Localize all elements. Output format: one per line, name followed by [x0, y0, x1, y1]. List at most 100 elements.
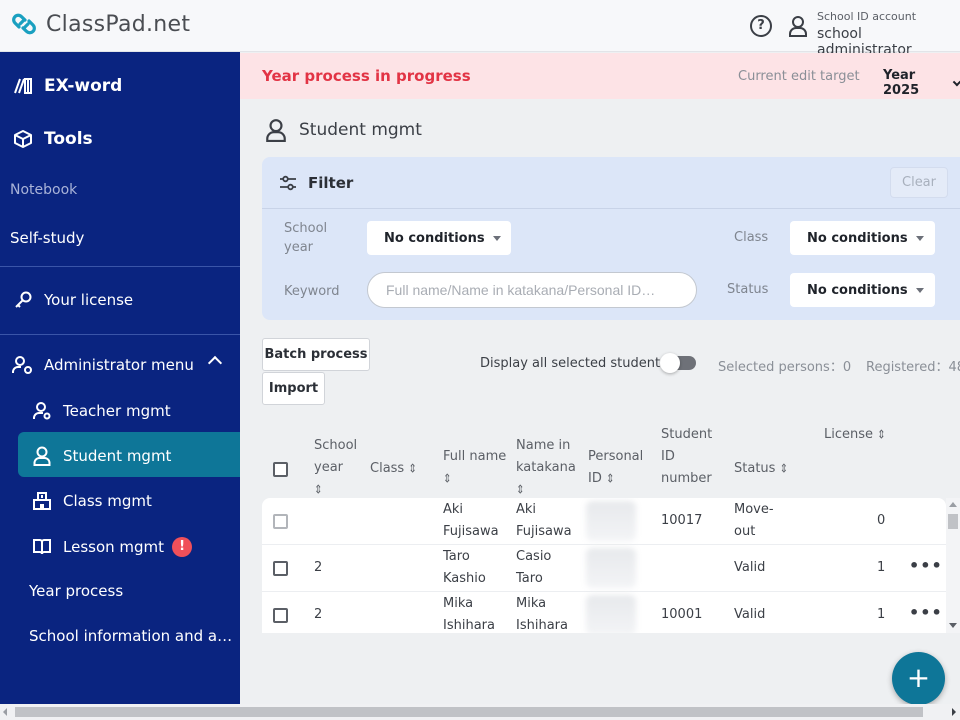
account-icon[interactable] [788, 15, 808, 37]
column-header-class[interactable]: Class ⇕ [370, 458, 417, 481]
year-process-banner: Year process in progress Current edit ta… [240, 53, 960, 99]
caret-down-icon [915, 287, 924, 293]
school-year-label: School year [284, 221, 328, 255]
redacted-personal-id [586, 501, 636, 541]
cell-student-id: 10017 [661, 513, 703, 528]
table-row[interactable]: 2 Mika Ishihara Mika Ishihara 10001 Vali… [262, 592, 946, 633]
add-student-button[interactable]: + [892, 652, 945, 705]
school-year-select[interactable]: No conditions [367, 221, 511, 255]
school-building-icon [31, 490, 53, 512]
cell-full-name: Mika Ishihara [443, 596, 495, 633]
sidebar-item-exword[interactable]: EX-word [0, 74, 240, 98]
key-icon [12, 289, 34, 311]
sidebar-item-year-process[interactable]: Year process [0, 580, 240, 602]
logo[interactable]: ClassPad.net [10, 10, 190, 38]
scroll-thumb[interactable] [948, 514, 958, 529]
status-label: Status [727, 282, 769, 297]
row-checkbox[interactable] [273, 608, 288, 623]
column-header-status[interactable]: Status ⇕ [734, 458, 788, 481]
caret-down-icon [492, 235, 501, 241]
cell-license: 1 [877, 560, 886, 575]
import-button[interactable]: Import [262, 372, 325, 405]
sidebar-item-administrator-menu[interactable]: Administrator menu [0, 354, 240, 376]
row-checkbox[interactable] [273, 561, 288, 576]
top-bar: ClassPad.net ? School ID account school … [0, 0, 960, 58]
table-row[interactable]: Aki Fujisawa Aki Fujisawa 10017 Move-out… [262, 498, 946, 545]
cell-full-name: Aki Fujisawa [443, 502, 499, 539]
selected-persons-count: Selected persons：0 [718, 360, 852, 375]
column-header-full-name[interactable]: Full name ⇕ [443, 446, 507, 491]
batch-process-button[interactable]: Batch process [262, 338, 370, 371]
cell-full-name: Taro Kashio [443, 549, 486, 586]
filter-title[interactable]: Filter [278, 174, 353, 192]
sidebar-item-class-mgmt[interactable]: Class mgmt [0, 490, 240, 512]
admin-user-icon [12, 354, 34, 376]
sidebar-item-school-information[interactable]: School information and a… [0, 625, 240, 647]
books-icon [12, 75, 34, 97]
cell-student-id: 10001 [661, 607, 703, 622]
open-book-icon [31, 536, 53, 558]
scroll-down-icon[interactable] [949, 623, 957, 628]
alert-icon: ! [172, 537, 193, 557]
status-select[interactable]: No conditions [790, 273, 935, 307]
column-header-katakana[interactable]: Name in katakana ⇕ [516, 435, 578, 502]
sort-icon: ⇕ [408, 462, 417, 476]
help-icon[interactable]: ? [750, 15, 772, 37]
sidebar-item-notebook[interactable]: Notebook [0, 180, 240, 200]
page-title: Student mgmt [265, 118, 422, 142]
display-selected-toggle[interactable] [660, 353, 696, 373]
classpad-logo-icon [12, 13, 36, 35]
toolbox-icon [12, 128, 34, 150]
clear-button[interactable]: Clear [890, 167, 948, 198]
class-label: Class [734, 230, 769, 245]
sort-icon: ⇕ [877, 428, 886, 442]
sidebar-divider [0, 266, 240, 267]
edit-target-label: Current edit target [738, 69, 860, 84]
row-checkbox[interactable] [273, 514, 288, 529]
sidebar-item-self-study[interactable]: Self-study [0, 227, 240, 249]
cell-status: Valid [734, 607, 766, 622]
banner-title: Year process in progress [262, 67, 471, 85]
keyword-label: Keyword [284, 284, 340, 299]
toggle-knob [660, 353, 680, 373]
sidebar-item-teacher-mgmt[interactable]: Teacher mgmt [0, 400, 240, 422]
class-select[interactable]: No conditions [790, 221, 935, 255]
sidebar-divider [0, 334, 240, 335]
year-selector[interactable]: Year 2025 [883, 68, 960, 98]
keyword-input[interactable]: Full name/Name in katakana/Personal ID… [367, 272, 697, 308]
scroll-thumb[interactable] [15, 707, 923, 717]
scroll-left-icon[interactable] [3, 708, 7, 716]
cell-katakana: Aki Fujisawa [516, 502, 572, 539]
cell-school-year: 2 [314, 560, 323, 575]
table-vertical-scrollbar[interactable] [946, 498, 960, 633]
column-header-personal-id[interactable]: Personal ID ⇕ [588, 446, 648, 491]
sort-icon: ⇕ [779, 462, 788, 476]
select-all-checkbox[interactable] [273, 462, 288, 477]
sort-icon: ⇕ [443, 472, 452, 486]
cell-katakana: Casio Taro [516, 549, 552, 586]
scroll-up-icon[interactable] [949, 502, 957, 507]
page-horizontal-scrollbar[interactable] [0, 704, 960, 720]
redacted-personal-id [586, 548, 636, 588]
column-header-license[interactable]: License ⇕ [824, 424, 886, 447]
table-row[interactable]: 2 Taro Kashio Casio Taro Valid 1 ••• [262, 545, 946, 592]
display-selected-label: Display all selected students [480, 356, 667, 371]
student-icon [31, 445, 53, 467]
column-header-school-year[interactable]: School year ⇕ [314, 435, 364, 502]
more-options-icon[interactable]: ••• [909, 556, 943, 575]
column-header-student-id[interactable]: Student ID number [661, 424, 713, 490]
logo-text: ClassPad.net [46, 11, 191, 37]
sidebar-item-tools[interactable]: Tools [0, 127, 240, 151]
scroll-right-icon[interactable] [952, 708, 956, 716]
redacted-personal-id [586, 595, 636, 633]
sidebar: EX-word Tools Notebook Self-study Your l… [0, 52, 240, 704]
account-type: School ID account [817, 10, 917, 23]
more-options-icon[interactable]: ••• [909, 603, 943, 622]
teacher-icon [31, 400, 53, 422]
cell-status: Move-out [734, 502, 774, 539]
sidebar-item-your-license[interactable]: Your license [0, 289, 240, 311]
chevron-down-icon [953, 77, 960, 86]
sidebar-item-lesson-mgmt[interactable]: Lesson mgmt ! [0, 536, 240, 558]
registered-count: Registered：48 [866, 360, 960, 375]
sidebar-item-student-mgmt[interactable]: Student mgmt [0, 445, 240, 467]
